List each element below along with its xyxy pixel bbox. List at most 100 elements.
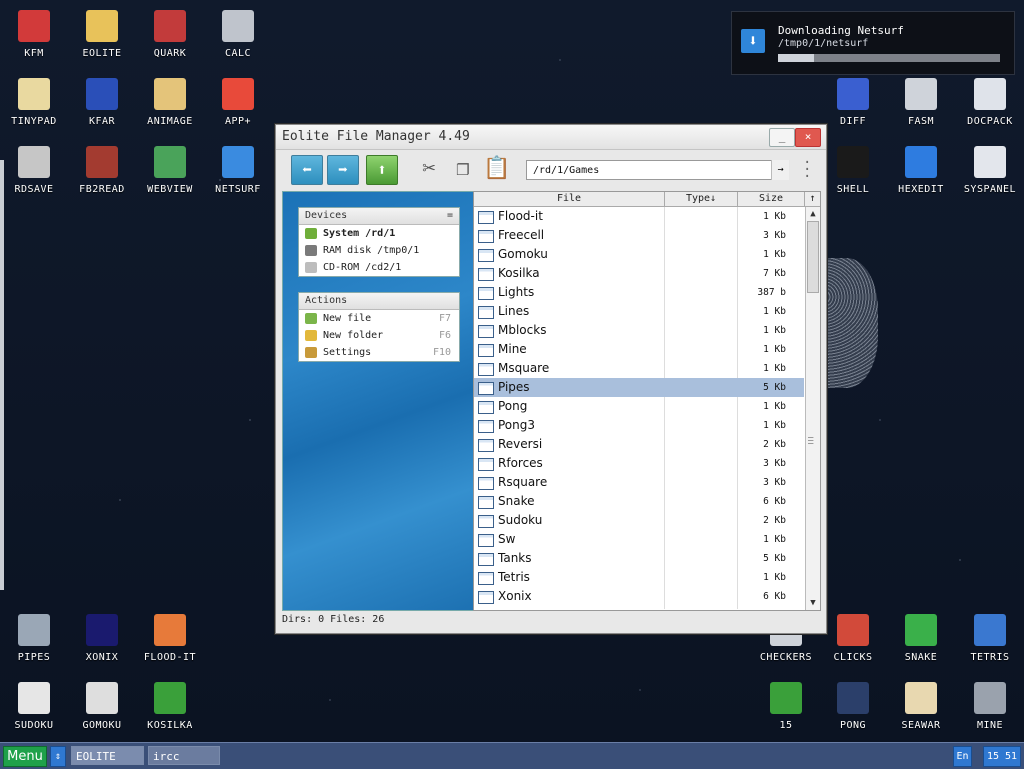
file-row[interactable]: Gomoku 1 Kb [474,245,804,264]
swap-icon[interactable]: ⇕ [50,746,66,767]
back-button[interactable]: ⬅ [291,155,323,185]
notepad-icon [18,78,50,110]
desktop-icon-webview[interactable]: WEBVIEW [136,146,204,195]
desktop-icon-fb2read[interactable]: FB2READ [68,146,136,195]
desktop-icon-kfar[interactable]: KFAR [68,78,136,127]
file-row[interactable]: Reversi 2 Kb [474,435,804,454]
action-item[interactable]: New folder F6 [299,327,459,344]
copy-button[interactable]: ❐ [448,155,478,183]
file-row[interactable]: Snake 6 Kb [474,492,804,511]
column-file[interactable]: File [474,192,665,206]
column-size[interactable]: Size [738,192,805,206]
file-row[interactable]: Lights 387 b [474,283,804,302]
device-item[interactable]: RAM disk /tmp0/1 [299,242,459,259]
desktop-icon-diff[interactable]: DIFF [819,78,887,127]
file-row[interactable]: Rsquare 3 Kb [474,473,804,492]
desktop-icon-label: KOSILKA [147,720,193,731]
download-notification[interactable]: ⬇ Downloading Netsurf /tmp0/1/netsurf [731,11,1015,75]
address-bar[interactable]: /rd/1/Games [526,160,788,180]
desktop-icon-pipes[interactable]: PIPES [0,614,68,663]
desktop-icon-tinypad[interactable]: TINYPAD [0,78,68,127]
download-icon: ⬇ [741,29,765,53]
desktop-icon-clicks[interactable]: CLICKS [819,614,887,663]
desktop-icon-app-[interactable]: APP+ [204,78,272,127]
task-ircc[interactable]: ircc [148,746,220,765]
desktop-icon-animage[interactable]: ANIMAGE [136,78,204,127]
desktop-icon-pong[interactable]: PONG [819,682,887,731]
taskbar: Menu ⇕ EOLITE ircc En 15 51 [0,742,1024,769]
collapse-icon[interactable]: = [447,208,453,224]
file-row[interactable]: Mblocks 1 Kb [474,321,804,340]
desktop-icon-15[interactable]: 15 [752,682,820,731]
scroll-thumb[interactable] [807,221,819,293]
desktop-icon-tetris[interactable]: TETRIS [956,614,1024,663]
desktop-icon-mine[interactable]: MINE [956,682,1024,731]
download-progress-bar [778,54,1000,62]
desktop-icon-quark[interactable]: QUARK [136,10,204,59]
cut-button[interactable]: ✂ [414,155,444,183]
desktop-icon-eolite[interactable]: EOLITE [68,10,136,59]
file-row[interactable]: Xonix 6 Kb [474,587,804,606]
actions-header[interactable]: Actions [299,293,459,310]
minimize-button[interactable]: _ [769,128,795,147]
task-eolite[interactable]: EOLITE [71,746,144,765]
sliders-icon [974,146,1006,178]
desktop-icon-rdsave[interactable]: RDSAVE [0,146,68,195]
file-row[interactable]: Rforces 3 Kb [474,454,804,473]
file-row[interactable]: Msquare 1 Kb [474,359,804,378]
address-go-button[interactable]: → [771,160,789,180]
file-icon [478,306,494,319]
file-row[interactable]: Freecell 3 Kb [474,226,804,245]
file-row[interactable]: Pong3 1 Kb [474,416,804,435]
device-item[interactable]: System /rd/1 [299,225,459,242]
desktop-icon-label: KFAR [88,116,116,127]
vertical-scrollbar[interactable]: ▲ – – – ▼ [805,207,820,610]
paste-button[interactable]: 📋 [482,155,512,183]
file-size: 1 Kb [763,306,786,317]
file-row[interactable]: Kosilka 7 Kb [474,264,804,283]
devices-header[interactable]: Devices = [299,208,459,225]
file-row[interactable]: Mine 1 Kb [474,340,804,359]
title-bar[interactable]: Eolite File Manager 4.49 _ × [276,125,826,150]
desktop-icon-shell[interactable]: SHELL [819,146,887,195]
up-button[interactable]: ⬆ [366,155,398,185]
file-row[interactable]: Pong 1 Kb [474,397,804,416]
scroll-up-arrow[interactable]: ▲ [806,207,820,221]
language-indicator[interactable]: En [953,746,972,767]
close-button[interactable]: × [795,128,821,147]
desktop-icon-syspanel[interactable]: SYSPANEL [956,146,1024,195]
desktop-icon-xonix[interactable]: XONIX [68,614,136,663]
menu-button[interactable]: Menu [3,746,47,767]
file-row[interactable]: Sw 1 Kb [474,530,804,549]
desktop-icon-sudoku[interactable]: SUDOKU [0,682,68,731]
menu-dots-icon[interactable]: · · · [803,156,811,184]
file-row[interactable]: Lines 1 Kb [474,302,804,321]
desktop-icon-seawar[interactable]: SEAWAR [887,682,955,731]
desktop-icon-docpack[interactable]: DOCPACK [956,78,1024,127]
desktop-icon-hexedit[interactable]: HEXEDIT [887,146,955,195]
file-name: Pong [498,399,528,413]
clock[interactable]: 15 51 [983,746,1021,767]
scroll-down-arrow[interactable]: ▼ [806,596,820,610]
file-row[interactable]: Tanks 5 Kb [474,549,804,568]
file-row[interactable]: Sudoku 2 Kb [474,511,804,530]
sort-toggle[interactable]: ↑ [805,192,820,206]
column-type[interactable]: Type↓ [665,192,738,206]
pencil-ruler-icon [154,78,186,110]
forward-button[interactable]: ➡ [327,155,359,185]
desktop-icon-gomoku[interactable]: GOMOKU [68,682,136,731]
desktop-icon-snake[interactable]: SNAKE [887,614,955,663]
desktop-icon-netsurf[interactable]: NETSURF [204,146,272,195]
file-row[interactable]: Flood-it 1 Kb [474,207,804,226]
file-row[interactable]: Pipes 5 Kb [474,378,804,397]
device-item[interactable]: CD-ROM /cd2/1 [299,259,459,276]
desktop-icon-kosilka[interactable]: KOSILKA [136,682,204,731]
hex-icon [905,146,937,178]
file-row[interactable]: Tetris 1 Kb [474,568,804,587]
desktop-icon-kfm[interactable]: KFM [0,10,68,59]
desktop-icon-flood-it[interactable]: FLOOD-IT [136,614,204,663]
action-item[interactable]: Settings F10 [299,344,459,361]
action-item[interactable]: New file F7 [299,310,459,327]
desktop-icon-fasm[interactable]: FASM [887,78,955,127]
desktop-icon-calc[interactable]: CALC [204,10,272,59]
